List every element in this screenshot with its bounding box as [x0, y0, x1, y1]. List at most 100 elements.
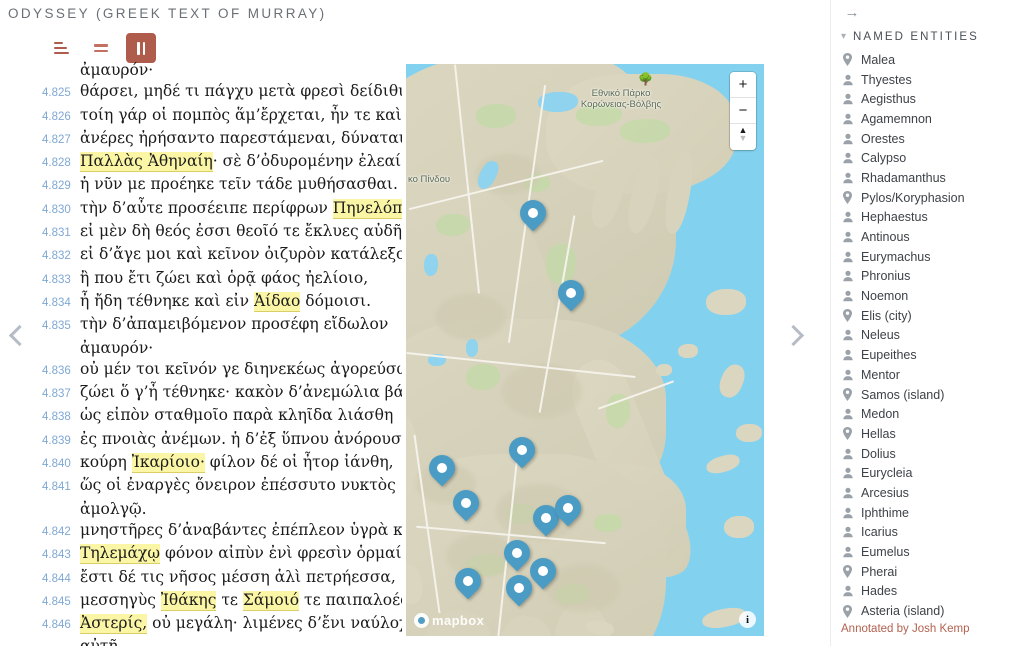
entity-item-aegisthus[interactable]: Aegisthus: [841, 89, 1024, 109]
person-icon: [842, 330, 853, 341]
mapbox-wordmark: mapbox: [432, 613, 485, 628]
entity-item-hellas[interactable]: Hellas: [841, 424, 1024, 444]
entity-highlight[interactable]: Πηνελόπεια·: [332, 198, 402, 219]
line-number: 4.837: [42, 388, 71, 401]
entity-item-eurymachus[interactable]: Eurymachus: [841, 247, 1024, 267]
entity-highlight[interactable]: Ἀίδαο: [253, 291, 301, 312]
zoom-in-button[interactable]: +: [730, 72, 756, 98]
place-pin-icon: [843, 427, 852, 441]
entity-highlight[interactable]: Σάμοιό: [242, 590, 300, 611]
entity-item-thyestes[interactable]: Thyestes: [841, 70, 1024, 90]
next-page-button[interactable]: [778, 315, 808, 355]
map-marker[interactable]: [524, 552, 562, 594]
entity-highlight[interactable]: Τηλεμάχῳ: [80, 544, 161, 565]
entity-item-agamemnon[interactable]: Agamemnon: [841, 109, 1024, 129]
named-entities-header[interactable]: ▾ NAMED ENTITIES: [841, 31, 979, 43]
map-marker[interactable]: [549, 489, 587, 531]
person-icon: [842, 369, 853, 381]
map-attribution-button[interactable]: i: [739, 611, 756, 628]
entity-item-eurycleia[interactable]: Eurycleia: [841, 463, 1024, 483]
entity-item-iphthime[interactable]: Iphthime: [841, 503, 1024, 523]
line-text: ὡς εἰπὸν σταθμοῖο παρὰ κληῖδα λιάσθη: [76, 405, 402, 426]
text-line: 4.841 ὥς οἱ ἐναργὲς ὄνειρον ἐπέσσυτο νυκτ…: [30, 475, 402, 498]
map-marker[interactable]: [447, 484, 485, 526]
collapse-sidebar-button[interactable]: →: [841, 2, 863, 22]
line-number: 4.831: [42, 227, 71, 240]
map-panel[interactable]: 🌳 Εθνικό Πάρκο Κορώνειας-Βόλβης κο Πίνδο…: [406, 64, 764, 636]
line-text: ἀμαυρόν·: [76, 338, 402, 359]
line-text: ἡ νῦν με προέηκε τεῖν τάδε μυθήσασθαι.: [76, 174, 402, 195]
map-pin-dot: [566, 288, 576, 298]
place-pin-icon: [843, 565, 852, 579]
line-text: Ἀστερίς, οὐ μεγάλη· λιμένες δ’ἔνι ναύλοχ…: [76, 613, 402, 635]
arrow-right-icon: →: [844, 3, 860, 21]
place-pin-icon: [841, 388, 854, 402]
entity-item-malea[interactable]: Malea: [841, 50, 1024, 70]
entity-label: Pherai: [861, 564, 898, 579]
entity-label: Rhadamanthus: [861, 170, 946, 185]
text-line: ἀμαυρόν·: [30, 60, 402, 81]
map-marker[interactable]: [514, 194, 552, 236]
text-run: φόνον αἰπὺν ἐνὶ φρεσὶν ὁρμαίνοντες.: [164, 544, 402, 563]
text-line: 4.838 ὡς εἰπὸν σταθμοῖο παρὰ κληῖδα λιάσθ…: [30, 405, 402, 428]
entity-item-pherai[interactable]: Pherai: [841, 562, 1024, 582]
entity-highlight[interactable]: Ἰκαρίοιο·: [131, 453, 205, 474]
map-marker[interactable]: [552, 274, 590, 316]
person-icon: [842, 546, 853, 558]
entity-label: Samos (island): [861, 387, 945, 402]
entity-label: Phronius: [861, 269, 911, 284]
compass-button[interactable]: ▲ ▼: [730, 124, 756, 150]
entity-item-medon[interactable]: Medon: [841, 404, 1024, 424]
line-text: ἔστι δέ τις νῆσος μέσση ἁλὶ πετρήεσσα,: [76, 567, 402, 588]
person-icon: [842, 527, 853, 538]
text-layout-button[interactable]: [46, 33, 76, 63]
entity-item-pylos-koryphasion[interactable]: Pylos/Koryphasion: [841, 188, 1024, 208]
map-island-1: [706, 289, 746, 315]
text-lines-container: ἀμαυρόν· 4.825 θάρσει, μηδέ τι πάγχυ μετὰ …: [30, 60, 402, 646]
entity-label: Malea: [861, 52, 896, 67]
entity-item-dolius[interactable]: Dolius: [841, 444, 1024, 464]
entity-item-samos-island[interactable]: Samos (island): [841, 385, 1024, 405]
entity-item-elis-city[interactable]: Elis (city): [841, 306, 1024, 326]
entity-item-eumelus[interactable]: Eumelus: [841, 542, 1024, 562]
entity-highlight[interactable]: Παλλὰς Ἀθηναίη: [80, 152, 213, 173]
entity-item-antinous[interactable]: Antinous: [841, 227, 1024, 247]
entity-item-phronius[interactable]: Phronius: [841, 267, 1024, 287]
entity-highlight[interactable]: Ἰθάκης: [160, 590, 217, 611]
map-canvas[interactable]: 🌳 Εθνικό Πάρκο Κορώνειας-Βόλβης κο Πίνδο…: [406, 64, 764, 636]
previous-page-button[interactable]: [4, 315, 34, 355]
map-marker[interactable]: [503, 431, 541, 473]
map-marker[interactable]: [500, 569, 538, 611]
entity-item-hephaestus[interactable]: Hephaestus: [841, 208, 1024, 228]
entity-item-icarius[interactable]: Icarius: [841, 523, 1024, 543]
entity-label: Hellas: [861, 426, 896, 441]
map-marker[interactable]: [423, 449, 461, 491]
map-pin-dot: [538, 566, 548, 576]
entity-item-eupeithes[interactable]: Eupeithes: [841, 345, 1024, 365]
entity-label: Hephaestus: [861, 210, 928, 225]
map-label-0: Εθνικό Πάρκο Κορώνειας-Βόλβης: [551, 88, 691, 110]
mapbox-logo[interactable]: mapbox: [414, 613, 484, 628]
entity-item-arcesius[interactable]: Arcesius: [841, 483, 1024, 503]
entity-item-hades[interactable]: Hades: [841, 582, 1024, 602]
person-icon: [841, 270, 854, 282]
map-marker[interactable]: [449, 562, 487, 604]
person-icon: [841, 546, 854, 558]
text-run: τε παιπαλοέσσης,: [304, 590, 402, 609]
person-icon: [842, 212, 853, 223]
pause-button[interactable]: [126, 33, 156, 63]
line-number: 4.835: [42, 320, 71, 333]
entity-highlight[interactable]: Ἀστερίς,: [80, 614, 148, 635]
person-icon: [841, 172, 854, 184]
entity-item-orestes[interactable]: Orestes: [841, 129, 1024, 149]
map-marker[interactable]: [498, 534, 536, 576]
entity-item-noemon[interactable]: Noemon: [841, 286, 1024, 306]
entity-item-calypso[interactable]: Calypso: [841, 148, 1024, 168]
person-icon: [842, 586, 853, 597]
zoom-out-button[interactable]: −: [730, 98, 756, 124]
entity-item-neleus[interactable]: Neleus: [841, 326, 1024, 346]
entity-item-asteria-island[interactable]: Asteria (island): [841, 601, 1024, 621]
entity-item-mentor[interactable]: Mentor: [841, 365, 1024, 385]
entity-item-rhadamanthus[interactable]: Rhadamanthus: [841, 168, 1024, 188]
line-spacing-button[interactable]: [86, 33, 116, 63]
